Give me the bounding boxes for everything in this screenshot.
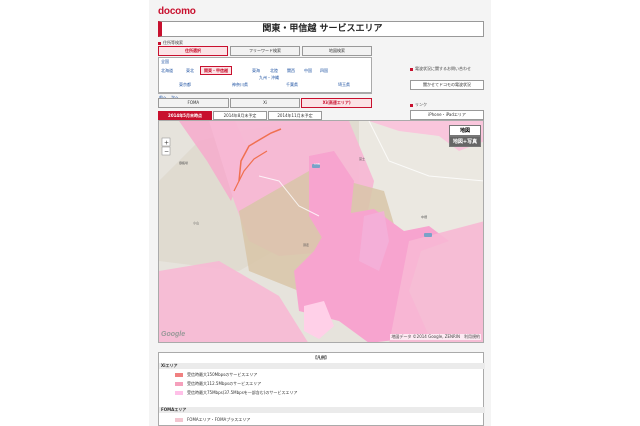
tab-map-search[interactable]: 地図検索 <box>302 46 372 56</box>
region-link-kanto[interactable]: 関東・甲信越 <box>200 66 232 75</box>
map-place-label: 中畑 <box>421 215 428 219</box>
legend-swatch-112 <box>175 382 183 386</box>
date-tabs: 2014年5月末時点 2014年8月末予定 2014年11月末予定 <box>158 111 322 120</box>
region-link-chugoku[interactable]: 中国 <box>304 68 312 74</box>
inquiry-notice: 電波状況に関するお問い合わせ <box>410 66 471 72</box>
region-link-hokkaido[interactable]: 北海道 <box>161 68 173 74</box>
page-title: 関東・甲信越 サービスエリア <box>262 24 383 34</box>
network-tabs: FOMA Xi Xi(高速エリア) <box>158 98 373 108</box>
tab-date-may[interactable]: 2014年5月末時点 <box>158 111 212 120</box>
satellite-view-button[interactable]: 地図+写真 <box>449 136 481 147</box>
tab-date-aug[interactable]: 2014年8月末予定 <box>213 111 267 120</box>
tab-address-select[interactable]: 住所選択 <box>158 46 228 56</box>
legend-swatch-foma <box>175 418 183 422</box>
legend-swatch-150 <box>175 373 183 377</box>
iphone-ipad-area-button[interactable]: iPhone・iPadエリア <box>410 110 484 120</box>
search-tabs: 住所選択 フリーワード検索 地図検索 <box>158 46 372 56</box>
region-link-shikoku[interactable]: 四国 <box>320 68 328 74</box>
legend-item: FOMAエリア・FOMAプラスエリア <box>159 417 483 423</box>
map-place-label: 小山 <box>193 221 200 225</box>
legend-title: 【凡例】 <box>313 355 329 360</box>
route-marker: 138 <box>314 162 320 166</box>
region-link-tohoku[interactable]: 東北 <box>186 68 194 74</box>
tab-freeword-search[interactable]: フリーワード検索 <box>230 46 300 56</box>
radio-status-button[interactable]: 聞かせてドコモの電波状況 <box>410 80 484 90</box>
tab-xi-high-speed[interactable]: Xi(高速エリア) <box>301 98 373 108</box>
pref-link-kanagawa[interactable]: 神奈川県 <box>232 82 248 88</box>
map-place-label: 富士 <box>359 157 366 161</box>
legend-foma-header: FOMAエリア <box>159 407 485 413</box>
pref-link-tokyo[interactable]: 東京都 <box>179 82 191 88</box>
region-link-hokuriku[interactable]: 北陸 <box>270 68 278 74</box>
legend-label: FOMAエリア・FOMAプラスエリア <box>187 417 251 422</box>
region-link-all[interactable]: 全国 <box>161 59 169 65</box>
legend-item: 受信時最大150Mbpsのサービスエリア <box>159 372 483 378</box>
legend: 【凡例】 Xiエリア 受信時最大150Mbpsのサービスエリア 受信時最大112… <box>158 352 485 426</box>
map-canvas: + − <box>159 121 483 342</box>
tab-date-nov[interactable]: 2014年11月末予定 <box>268 111 322 120</box>
legend-item: 受信時最大75Mbps(37.5Mbpsを一部含む)のサービスエリア <box>159 390 483 396</box>
tab-foma[interactable]: FOMA <box>158 98 229 108</box>
map-view-button[interactable]: 地図 <box>449 125 481 136</box>
map-copyright: 地図データ ©2014 Google, ZENRIN 利用規約 <box>390 334 481 340</box>
legend-item: 受信時最大112.5Mbpsのサービスエリア <box>159 381 483 387</box>
legend-swatch-75 <box>175 391 183 395</box>
map-place-label: 御殿場 <box>179 161 189 165</box>
link-section-label: リンク <box>410 102 427 108</box>
legend-label: 受信時最大75Mbps(37.5Mbpsを一部含む)のサービスエリア <box>187 390 298 395</box>
coverage-map[interactable]: + − 138 御殿場 小山 須走 中畑 富士 地図 地図+写真 Google … <box>158 120 484 343</box>
legend-xi-header: Xiエリア <box>159 363 485 369</box>
legend-label: 受信時最大150Mbpsのサービスエリア <box>187 372 258 377</box>
docomo-logo[interactable]: docomo <box>158 6 196 17</box>
region-link-tokai[interactable]: 東海 <box>252 68 260 74</box>
region-divider <box>158 92 372 94</box>
pref-link-chiba[interactable]: 千葉県 <box>286 82 298 88</box>
svg-text:+: + <box>164 140 169 147</box>
tab-xi[interactable]: Xi <box>229 98 301 108</box>
region-link-kyushu[interactable]: 九州・沖縄 <box>259 75 279 81</box>
region-link-kansai[interactable]: 関西 <box>287 68 295 74</box>
legend-label: 受信時最大112.5Mbpsのサービスエリア <box>187 381 262 386</box>
google-logo: Google <box>161 331 186 338</box>
pref-link-saitama[interactable]: 埼玉県 <box>338 82 350 88</box>
page-title-bar: 関東・甲信越 サービスエリア <box>158 21 484 37</box>
svg-text:−: − <box>164 149 169 156</box>
map-place-label: 須走 <box>303 243 310 247</box>
